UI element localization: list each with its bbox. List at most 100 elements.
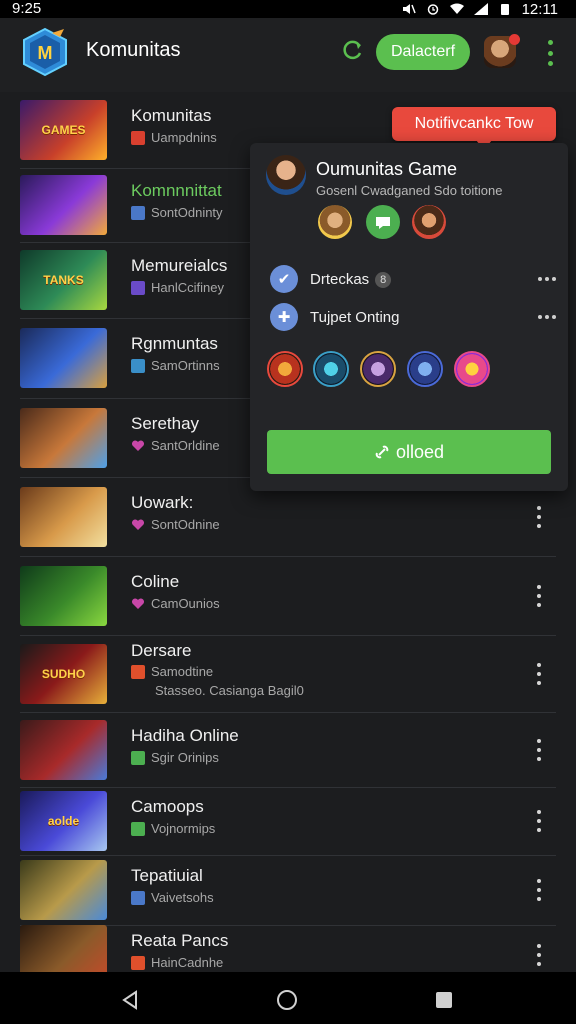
item-more-icon[interactable]	[536, 739, 542, 761]
community-subtitle: Sgir Orinips	[131, 750, 219, 765]
primary-action-button[interactable]: Dalacterf	[376, 34, 470, 70]
item-more-icon[interactable]	[536, 585, 542, 607]
community-subtitle: Vaivetsohs	[131, 890, 214, 905]
community-title: Coline	[131, 572, 180, 591]
community-thumbnail	[20, 925, 107, 972]
recents-icon[interactable]	[436, 992, 452, 1008]
community-title: Hadiha Online	[131, 726, 239, 745]
battery-icon	[500, 4, 509, 15]
square-icon	[131, 358, 145, 373]
community-subtitle-text: Uampdnins	[151, 130, 217, 145]
square-icon	[131, 890, 145, 905]
list-item[interactable]: Tepatiuial Vaivetsohs	[20, 855, 556, 926]
status-icons: 12:11	[402, 0, 558, 18]
row-more-icon[interactable]	[538, 315, 556, 319]
community-thumbnail	[20, 720, 107, 780]
popup-row-label: Drteckas	[310, 271, 370, 288]
heart-icon	[131, 518, 145, 532]
community-title: Camoops	[131, 797, 204, 816]
community-subtitle-text: Sgir Orinips	[151, 750, 219, 765]
community-thumbnail	[20, 175, 107, 235]
thumbnail-text: TANKS	[43, 273, 84, 287]
member-avatar[interactable]	[318, 205, 352, 239]
refresh-icon[interactable]	[338, 36, 366, 64]
community-subtitle-text: SantOrldine	[151, 438, 220, 453]
popup-action-button[interactable]: olloed	[267, 430, 551, 474]
notification-dot	[509, 34, 520, 45]
community-title: Memureialcs	[131, 256, 228, 275]
community-title: Serethay	[131, 414, 200, 433]
signal-icon	[473, 3, 488, 15]
popup-title: Oumunitas Game	[316, 159, 458, 179]
community-title: Reata Pancs	[131, 931, 229, 950]
item-more-icon[interactable]	[536, 944, 542, 966]
community-subtitle: Vojnormips	[131, 821, 215, 836]
community-subtitle: SontOdnine	[131, 517, 220, 532]
popup-subtitle: Gosenl Cwadganed Sdo toitione	[316, 183, 503, 198]
community-subtitle-text: SontOdninty	[151, 205, 223, 220]
status-clock-right: 12:11	[521, 0, 558, 18]
community-subtitle-text: HainCadnhe	[151, 955, 224, 970]
item-more-icon[interactable]	[536, 879, 542, 901]
plus-circle-icon: ✚	[270, 303, 298, 331]
popup-action-label: olloed	[395, 441, 445, 462]
item-more-icon[interactable]	[536, 663, 542, 685]
community-subtitle-text: SamOrtinns	[151, 358, 220, 373]
game-icon[interactable]	[360, 351, 396, 387]
community-subtitle: Uampdnins	[131, 130, 217, 145]
back-icon[interactable]	[120, 990, 140, 1010]
square-icon	[131, 280, 145, 295]
community-subtitle: Samodtine	[131, 664, 213, 679]
community-subtitle: CamOunios	[131, 596, 220, 611]
flag-icon	[131, 664, 145, 679]
community-thumbnail	[20, 487, 107, 547]
community-popup: Oumunitas Game Gosenl Cwadganed Sdo toit…	[250, 143, 568, 491]
popup-row[interactable]: ✚ Tujpet Onting	[270, 303, 556, 333]
list-item[interactable]: aolde Camoops Vojnormips	[20, 787, 556, 856]
community-thumbnail: aolde	[20, 791, 107, 851]
community-thumbnail	[20, 566, 107, 626]
community-title: Tepatiuial	[131, 866, 203, 885]
square-icon	[131, 205, 145, 220]
flame-icon	[131, 130, 145, 145]
popup-row[interactable]: ✔ Drteckas 8	[270, 265, 556, 295]
list-item[interactable]: Hadiha Online Sgir Orinips	[20, 712, 556, 788]
link-icon	[375, 445, 389, 459]
app-logo-icon[interactable]: M	[22, 27, 68, 77]
list-item[interactable]: Reata Pancs HainCadnhe	[20, 925, 556, 972]
mute-icon	[402, 4, 416, 14]
community-subtitle: HainCadnhe	[131, 955, 223, 970]
community-title: Rgnmuntas	[131, 334, 218, 353]
item-more-icon[interactable]	[536, 506, 542, 528]
list-item[interactable]: SUDHO Dersare Samodtine Stasseo. Casianga B…	[20, 635, 556, 713]
home-icon[interactable]	[277, 990, 297, 1010]
community-thumbnail: GAMES	[20, 100, 107, 160]
thumbnail-text: aolde	[47, 814, 80, 828]
community-extra: Stasseo. Casianga Bagil0	[155, 683, 304, 698]
row-more-icon[interactable]	[538, 277, 556, 281]
list-item[interactable]: Coline CamOunios	[20, 556, 556, 636]
popup-row-label: Tujpet Onting	[310, 309, 400, 326]
community-title: Komunitas	[131, 106, 212, 125]
heart-icon	[131, 439, 145, 453]
check-circle-icon: ✔	[270, 265, 298, 293]
game-icon[interactable]	[313, 351, 349, 387]
flag-icon	[131, 955, 145, 970]
community-thumbnail	[20, 328, 107, 388]
game-icon[interactable]	[267, 351, 303, 387]
chat-icon[interactable]	[366, 205, 400, 239]
member-avatar[interactable]	[412, 205, 446, 239]
item-more-icon[interactable]	[536, 810, 542, 832]
notification-tooltip[interactable]: Notifivcankc Tow	[392, 107, 556, 141]
game-icon[interactable]	[407, 351, 443, 387]
svg-text:M: M	[38, 43, 53, 63]
community-subtitle: SamOrtinns	[131, 358, 220, 373]
community-title: Komnnnittat	[131, 181, 222, 200]
system-nav-bar	[0, 972, 576, 1024]
community-thumbnail: SUDHO	[20, 644, 107, 704]
check-icon	[131, 821, 145, 836]
community-subtitle-text: HanlCcifiney	[151, 280, 224, 295]
user-avatar[interactable]	[484, 34, 520, 68]
game-icon[interactable]	[454, 351, 490, 387]
more-vert-icon[interactable]	[542, 40, 558, 66]
